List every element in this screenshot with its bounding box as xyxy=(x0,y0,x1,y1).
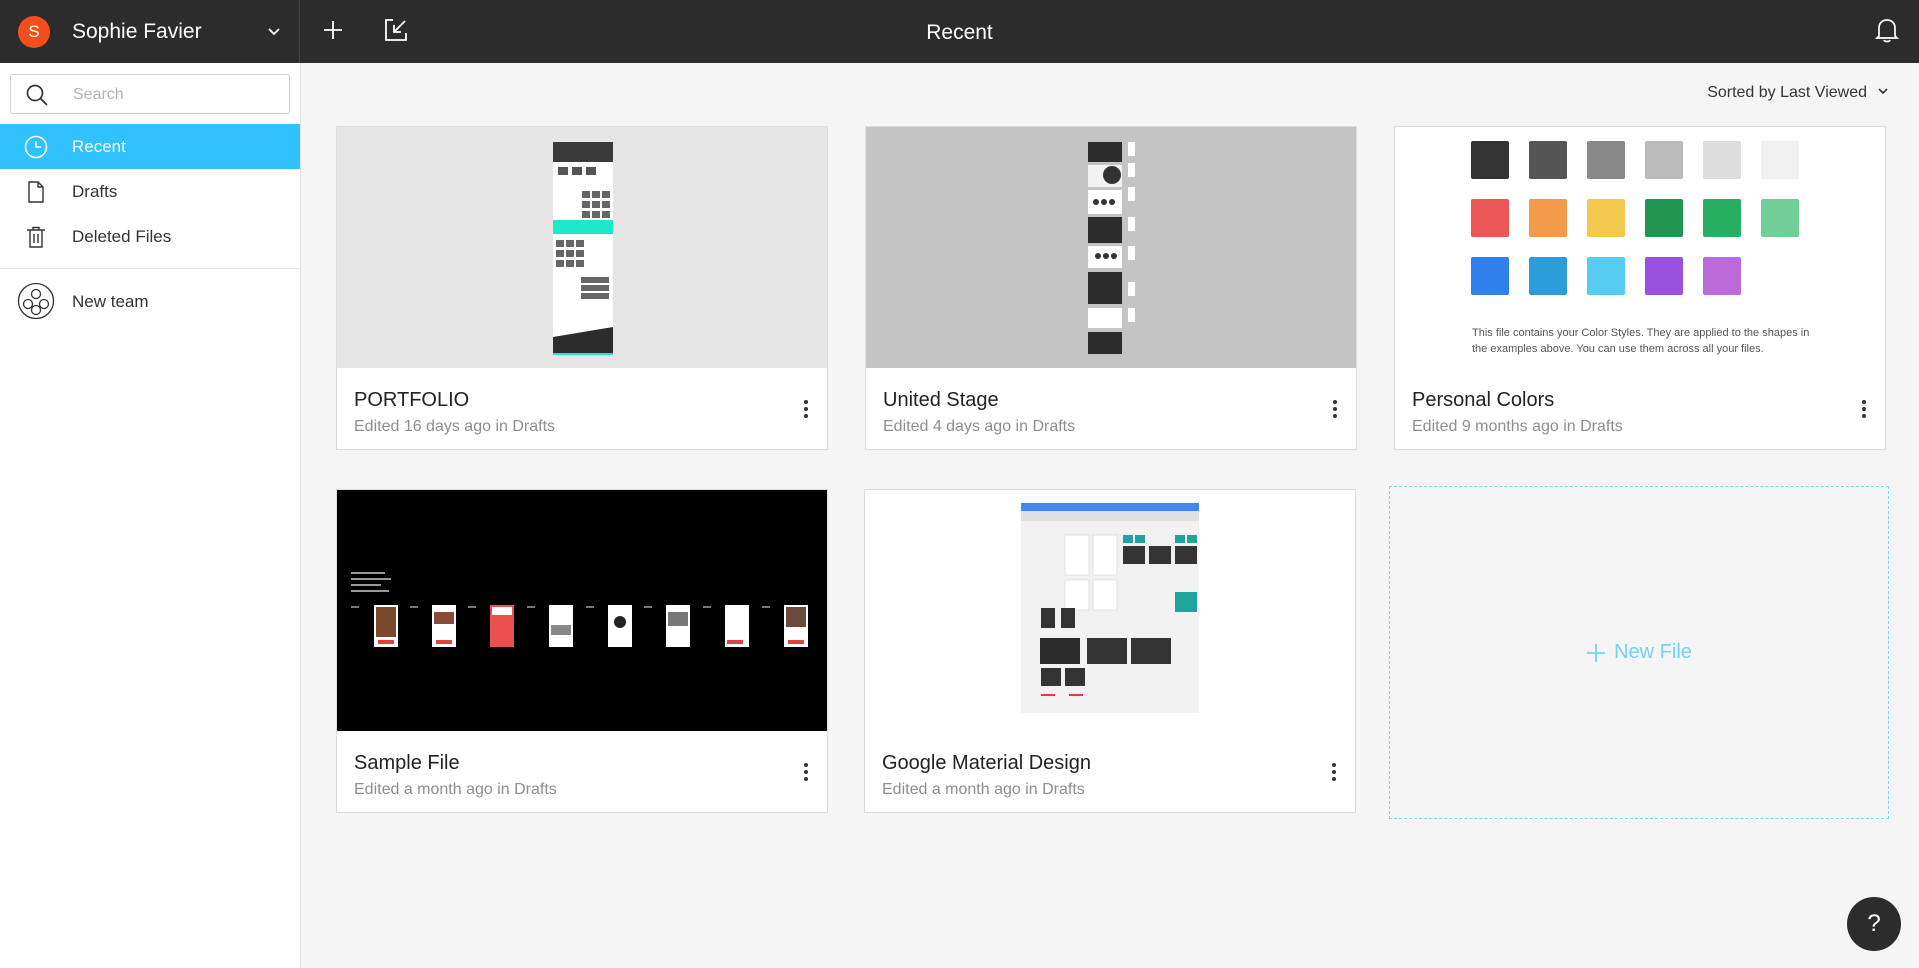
sort-dropdown[interactable]: Sorted by Last Viewed xyxy=(1707,84,1889,102)
more-options-icon[interactable] xyxy=(1859,397,1869,425)
sort-label: Sorted by Last Viewed xyxy=(1707,84,1867,101)
file-meta: Edited 4 days ago in Drafts xyxy=(883,418,1076,435)
color-swatch xyxy=(1471,199,1509,237)
sidebar-divider xyxy=(0,268,300,269)
color-swatch xyxy=(1761,199,1799,237)
more-options-icon[interactable] xyxy=(801,397,811,425)
search-input[interactable] xyxy=(71,82,275,108)
search-icon xyxy=(25,83,49,112)
color-swatch xyxy=(1645,141,1683,179)
more-options-icon[interactable] xyxy=(1330,397,1340,425)
more-options-icon[interactable] xyxy=(1329,760,1339,788)
new-file-label: New File xyxy=(1614,641,1692,663)
sidebar-item-label: Deleted Files xyxy=(72,227,172,246)
sidebar-item-label: Drafts xyxy=(72,182,118,201)
new-file-button[interactable] xyxy=(317,16,349,48)
file-meta: Edited 16 days ago in Drafts xyxy=(354,418,556,435)
color-swatch xyxy=(1703,199,1741,237)
plus-icon xyxy=(322,19,344,46)
notifications-button[interactable] xyxy=(1871,16,1903,48)
color-swatch xyxy=(1761,141,1799,179)
file-title: United Stage xyxy=(883,389,999,411)
import-icon xyxy=(383,17,409,48)
color-swatch xyxy=(1529,257,1567,295)
sidebar-item-label: Recent xyxy=(72,137,126,156)
file-title: PORTFOLIO xyxy=(354,389,470,411)
color-styles-note: This file contains your Color Styles. Th… xyxy=(1472,327,1810,355)
chevron-down-icon[interactable] xyxy=(266,24,282,45)
user-name[interactable]: Sophie Favier xyxy=(72,20,202,44)
file-title: Personal Colors xyxy=(1412,389,1555,411)
color-swatch xyxy=(1587,199,1625,237)
file-meta: Edited a month ago in Drafts xyxy=(882,781,1085,798)
sidebar: Recent Drafts Deleted Files New team xyxy=(0,63,301,968)
team-icon xyxy=(17,282,55,325)
chevron-down-icon xyxy=(1877,84,1889,102)
color-swatch xyxy=(1703,257,1741,295)
sidebar-item-deleted-files[interactable]: Deleted Files xyxy=(0,214,300,259)
new-team-label: New team xyxy=(72,292,149,311)
trash-icon xyxy=(24,225,48,249)
new-team-button[interactable]: New team xyxy=(0,275,300,325)
file-card[interactable]: Sample File Edited a month ago in Drafts xyxy=(336,489,828,813)
plus-icon xyxy=(1586,643,1606,663)
color-swatch xyxy=(1587,257,1625,295)
file-thumbnail[interactable] xyxy=(337,127,827,368)
search-box[interactable] xyxy=(10,74,290,114)
color-swatch xyxy=(1529,199,1567,237)
file-title: Sample File xyxy=(354,752,460,774)
file-meta: Edited 9 months ago in Drafts xyxy=(1412,418,1623,435)
color-swatch xyxy=(1529,141,1567,179)
help-button[interactable]: ? xyxy=(1847,897,1901,951)
more-options-icon[interactable] xyxy=(801,760,811,788)
avatar[interactable]: S xyxy=(18,16,50,48)
sidebar-item-recent[interactable]: Recent xyxy=(0,124,300,169)
color-swatch xyxy=(1645,199,1683,237)
color-swatch xyxy=(1471,141,1509,179)
file-thumbnail[interactable]: This file contains your Color Styles. Th… xyxy=(1395,127,1885,368)
color-swatch xyxy=(1587,141,1625,179)
file-thumbnail[interactable] xyxy=(865,490,1355,731)
file-card[interactable]: PORTFOLIO Edited 16 days ago in Drafts xyxy=(336,126,828,450)
file-thumbnail[interactable] xyxy=(866,127,1356,368)
color-swatch xyxy=(1703,141,1741,179)
file-card[interactable]: This file contains your Color Styles. Th… xyxy=(1394,126,1886,450)
document-icon xyxy=(24,180,48,204)
new-file-tile[interactable]: New File xyxy=(1389,486,1889,819)
file-thumbnail[interactable] xyxy=(337,490,827,731)
bell-icon xyxy=(1874,16,1900,49)
file-card[interactable]: United Stage Edited 4 days ago in Drafts xyxy=(865,126,1357,450)
file-card[interactable]: Google Material Design Edited a month ag… xyxy=(864,489,1356,813)
file-meta: Edited a month ago in Drafts xyxy=(354,781,557,798)
sidebar-item-drafts[interactable]: Drafts xyxy=(0,169,300,214)
top-bar: S Sophie Favier Recent xyxy=(0,0,1919,63)
file-title: Google Material Design xyxy=(882,752,1091,774)
color-swatch xyxy=(1645,257,1683,295)
import-button[interactable] xyxy=(380,16,412,48)
user-menu[interactable]: S Sophie Favier xyxy=(0,0,300,63)
clock-icon xyxy=(24,135,48,159)
color-swatch xyxy=(1471,257,1509,295)
